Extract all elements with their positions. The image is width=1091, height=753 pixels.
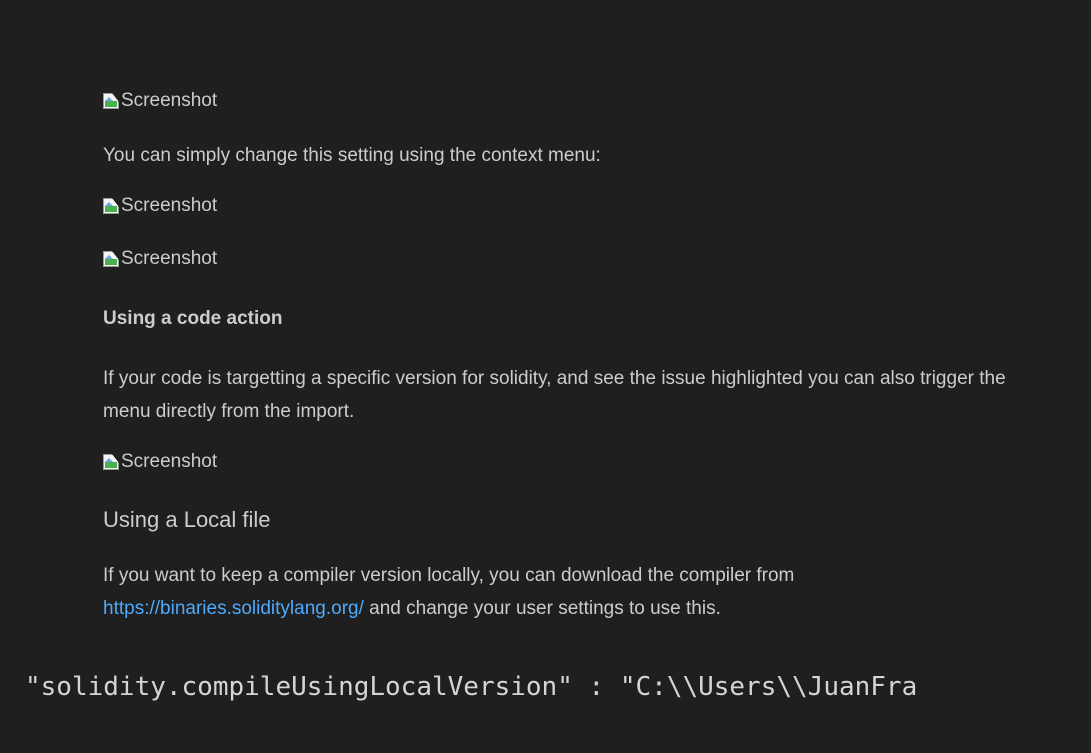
binaries-link[interactable]: https://binaries.soliditylang.org/	[103, 598, 364, 619]
screenshot-image-1: Screenshot	[103, 90, 217, 112]
screenshot-alt-text: Screenshot	[121, 451, 218, 472]
screenshot-alt-text: Screenshot	[121, 195, 218, 216]
screenshot-alt-text: Screenshot	[121, 90, 218, 111]
context-menu-paragraph: You can simply change this setting using…	[103, 145, 601, 166]
screenshot-image-2: Screenshot	[103, 195, 217, 217]
markdown-preview: Screenshot You can simply change this se…	[103, 0, 1091, 753]
broken-image-icon	[103, 454, 119, 470]
local-file-text: If you want to keep a compiler version l…	[103, 565, 795, 586]
code-action-paragraph: If your code is targetting a specific ve…	[103, 368, 1006, 422]
screenshot-image-3: Screenshot	[103, 248, 217, 270]
heading-local-file: Using a Local file	[103, 507, 271, 532]
code-block: "solidity.compileUsingLocalVersion" : "C…	[25, 672, 918, 702]
local-file-text-after: and change your user settings to use thi…	[363, 598, 721, 619]
broken-image-icon	[103, 198, 119, 214]
broken-image-icon	[103, 251, 119, 267]
heading-code-action: Using a code action	[103, 308, 283, 329]
broken-image-icon	[103, 93, 119, 109]
screenshot-alt-text: Screenshot	[121, 248, 218, 269]
local-file-paragraph: If you want to keep a compiler version l…	[103, 559, 863, 625]
screenshot-image-4: Screenshot	[103, 451, 217, 473]
